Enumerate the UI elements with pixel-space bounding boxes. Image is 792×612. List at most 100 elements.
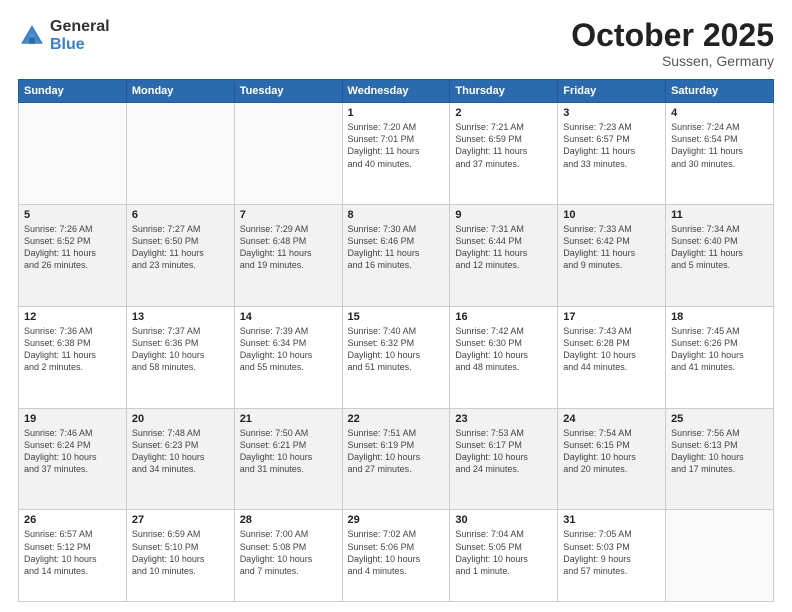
calendar-cell: 16Sunrise: 7:42 AM Sunset: 6:30 PM Dayli… bbox=[450, 306, 558, 408]
calendar-cell: 28 Sunrise: 7:00 AM Sunset: 5:08 PM Dayli… bbox=[234, 510, 342, 602]
calendar-cell: 18 Sunrise: 7:45 AM Sunset: 6:26 PM Dayli… bbox=[666, 306, 774, 408]
day-number: 19 bbox=[24, 413, 121, 425]
day-info: Sunrise: 7:43 AM Sunset: 6:28 PM Dayligh… bbox=[563, 325, 660, 374]
day-number: 7 bbox=[240, 209, 337, 221]
day-number: 16 bbox=[455, 311, 552, 323]
day-header-sunday: Sunday bbox=[19, 80, 127, 103]
calendar-cell: 7 Sunrise: 7:29 AM Sunset: 6:48 PM Daylig… bbox=[234, 204, 342, 306]
day-info: Sunrise: 7:48 AM Sunset: 6:23 PM Dayligh… bbox=[132, 427, 229, 476]
day-info: Sunrise: 7:39 AM Sunset: 6:34 PM Dayligh… bbox=[240, 325, 337, 374]
day-info: Sunrise: 7:51 AM Sunset: 6:19 PM Dayligh… bbox=[348, 427, 445, 476]
day-number: 2 bbox=[455, 107, 552, 119]
day-header-friday: Friday bbox=[558, 80, 666, 103]
day-number: 31 bbox=[563, 514, 660, 526]
day-number: 28 bbox=[240, 514, 337, 526]
subtitle: Sussen, Germany bbox=[571, 53, 774, 69]
logo-icon bbox=[18, 22, 46, 50]
day-info: Sunrise: 7:00 AM Sunset: 5:08 PM Dayligh… bbox=[240, 528, 337, 577]
day-info: Sunrise: 7:02 AM Sunset: 5:06 PM Dayligh… bbox=[348, 528, 445, 577]
calendar-cell: 24Sunrise: 7:54 AM Sunset: 6:15 PM Dayli… bbox=[558, 408, 666, 510]
calendar-cell: 26 Sunrise: 6:57 AM Sunset: 5:12 PM Dayli… bbox=[19, 510, 127, 602]
calendar-cell bbox=[126, 103, 234, 205]
day-number: 23 bbox=[455, 413, 552, 425]
day-info: Sunrise: 7:54 AM Sunset: 6:15 PM Dayligh… bbox=[563, 427, 660, 476]
calendar-cell: 4 Sunrise: 7:24 AM Sunset: 6:54 PM Daylig… bbox=[666, 103, 774, 205]
day-number: 11 bbox=[671, 209, 768, 221]
day-number: 13 bbox=[132, 311, 229, 323]
day-number: 20 bbox=[132, 413, 229, 425]
day-number: 5 bbox=[24, 209, 121, 221]
day-number: 21 bbox=[240, 413, 337, 425]
day-number: 15 bbox=[348, 311, 445, 323]
day-info: Sunrise: 7:29 AM Sunset: 6:48 PM Dayligh… bbox=[240, 223, 337, 272]
calendar-page: General Blue October 2025 Sussen, German… bbox=[0, 0, 792, 612]
day-number: 30 bbox=[455, 514, 552, 526]
day-info: Sunrise: 7:37 AM Sunset: 6:36 PM Dayligh… bbox=[132, 325, 229, 374]
day-info: Sunrise: 7:36 AM Sunset: 6:38 PM Dayligh… bbox=[24, 325, 121, 374]
calendar-cell: 6 Sunrise: 7:27 AM Sunset: 6:50 PM Daylig… bbox=[126, 204, 234, 306]
day-number: 26 bbox=[24, 514, 121, 526]
calendar-cell: 5 Sunrise: 7:26 AM Sunset: 6:52 PM Daylig… bbox=[19, 204, 127, 306]
calendar-cell bbox=[234, 103, 342, 205]
day-info: Sunrise: 7:34 AM Sunset: 6:40 PM Dayligh… bbox=[671, 223, 768, 272]
calendar-cell: 21Sunrise: 7:50 AM Sunset: 6:21 PM Dayli… bbox=[234, 408, 342, 510]
week-row-5: 26 Sunrise: 6:57 AM Sunset: 5:12 PM Dayli… bbox=[19, 510, 774, 602]
logo: General Blue bbox=[18, 18, 110, 53]
day-info: Sunrise: 7:33 AM Sunset: 6:42 PM Dayligh… bbox=[563, 223, 660, 272]
day-info: Sunrise: 7:56 AM Sunset: 6:13 PM Dayligh… bbox=[671, 427, 768, 476]
calendar-cell: 29 Sunrise: 7:02 AM Sunset: 5:06 PM Dayli… bbox=[342, 510, 450, 602]
week-row-3: 12Sunrise: 7:36 AM Sunset: 6:38 PM Dayli… bbox=[19, 306, 774, 408]
day-number: 17 bbox=[563, 311, 660, 323]
month-title: October 2025 bbox=[571, 18, 774, 53]
day-header-thursday: Thursday bbox=[450, 80, 558, 103]
logo-blue: Blue bbox=[50, 36, 85, 53]
day-info: Sunrise: 7:24 AM Sunset: 6:54 PM Dayligh… bbox=[671, 121, 768, 170]
day-header-saturday: Saturday bbox=[666, 80, 774, 103]
day-number: 27 bbox=[132, 514, 229, 526]
calendar-cell: 1Sunrise: 7:20 AM Sunset: 7:01 PM Daylig… bbox=[342, 103, 450, 205]
day-header-wednesday: Wednesday bbox=[342, 80, 450, 103]
day-info: Sunrise: 7:27 AM Sunset: 6:50 PM Dayligh… bbox=[132, 223, 229, 272]
day-header-monday: Monday bbox=[126, 80, 234, 103]
calendar-cell: 12Sunrise: 7:36 AM Sunset: 6:38 PM Dayli… bbox=[19, 306, 127, 408]
calendar-cell: 8 Sunrise: 7:30 AM Sunset: 6:46 PM Daylig… bbox=[342, 204, 450, 306]
calendar-cell: 25 Sunrise: 7:56 AM Sunset: 6:13 PM Dayli… bbox=[666, 408, 774, 510]
day-info: Sunrise: 7:21 AM Sunset: 6:59 PM Dayligh… bbox=[455, 121, 552, 170]
calendar-cell: 14Sunrise: 7:39 AM Sunset: 6:34 PM Dayli… bbox=[234, 306, 342, 408]
day-info: Sunrise: 7:23 AM Sunset: 6:57 PM Dayligh… bbox=[563, 121, 660, 170]
calendar-cell bbox=[666, 510, 774, 602]
day-number: 1 bbox=[348, 107, 445, 119]
calendar-cell: 22Sunrise: 7:51 AM Sunset: 6:19 PM Dayli… bbox=[342, 408, 450, 510]
day-number: 25 bbox=[671, 413, 768, 425]
title-area: October 2025 Sussen, Germany bbox=[571, 18, 774, 69]
calendar-table: SundayMondayTuesdayWednesdayThursdayFrid… bbox=[18, 79, 774, 602]
day-number: 9 bbox=[455, 209, 552, 221]
day-number: 18 bbox=[671, 311, 768, 323]
day-number: 6 bbox=[132, 209, 229, 221]
calendar-cell: 10Sunrise: 7:33 AM Sunset: 6:42 PM Dayli… bbox=[558, 204, 666, 306]
day-info: Sunrise: 7:05 AM Sunset: 5:03 PM Dayligh… bbox=[563, 528, 660, 577]
calendar-cell: 30 Sunrise: 7:04 AM Sunset: 5:05 PM Dayli… bbox=[450, 510, 558, 602]
day-info: Sunrise: 6:57 AM Sunset: 5:12 PM Dayligh… bbox=[24, 528, 121, 577]
day-number: 4 bbox=[671, 107, 768, 119]
day-info: Sunrise: 7:53 AM Sunset: 6:17 PM Dayligh… bbox=[455, 427, 552, 476]
day-info: Sunrise: 7:40 AM Sunset: 6:32 PM Dayligh… bbox=[348, 325, 445, 374]
day-info: Sunrise: 7:26 AM Sunset: 6:52 PM Dayligh… bbox=[24, 223, 121, 272]
week-row-2: 5 Sunrise: 7:26 AM Sunset: 6:52 PM Daylig… bbox=[19, 204, 774, 306]
day-number: 8 bbox=[348, 209, 445, 221]
calendar-cell: 17 Sunrise: 7:43 AM Sunset: 6:28 PM Dayli… bbox=[558, 306, 666, 408]
day-number: 29 bbox=[348, 514, 445, 526]
day-info: Sunrise: 7:46 AM Sunset: 6:24 PM Dayligh… bbox=[24, 427, 121, 476]
week-row-1: 1Sunrise: 7:20 AM Sunset: 7:01 PM Daylig… bbox=[19, 103, 774, 205]
header: General Blue October 2025 Sussen, German… bbox=[18, 18, 774, 69]
day-info: Sunrise: 7:04 AM Sunset: 5:05 PM Dayligh… bbox=[455, 528, 552, 577]
day-info: Sunrise: 7:30 AM Sunset: 6:46 PM Dayligh… bbox=[348, 223, 445, 272]
calendar-cell: 3 Sunrise: 7:23 AM Sunset: 6:57 PM Daylig… bbox=[558, 103, 666, 205]
calendar-cell: 9Sunrise: 7:31 AM Sunset: 6:44 PM Daylig… bbox=[450, 204, 558, 306]
day-header-tuesday: Tuesday bbox=[234, 80, 342, 103]
calendar-cell: 31 Sunrise: 7:05 AM Sunset: 5:03 PM Dayli… bbox=[558, 510, 666, 602]
day-number: 3 bbox=[563, 107, 660, 119]
day-info: Sunrise: 7:45 AM Sunset: 6:26 PM Dayligh… bbox=[671, 325, 768, 374]
calendar-cell: 13 Sunrise: 7:37 AM Sunset: 6:36 PM Dayli… bbox=[126, 306, 234, 408]
week-row-4: 19 Sunrise: 7:46 AM Sunset: 6:24 PM Dayli… bbox=[19, 408, 774, 510]
